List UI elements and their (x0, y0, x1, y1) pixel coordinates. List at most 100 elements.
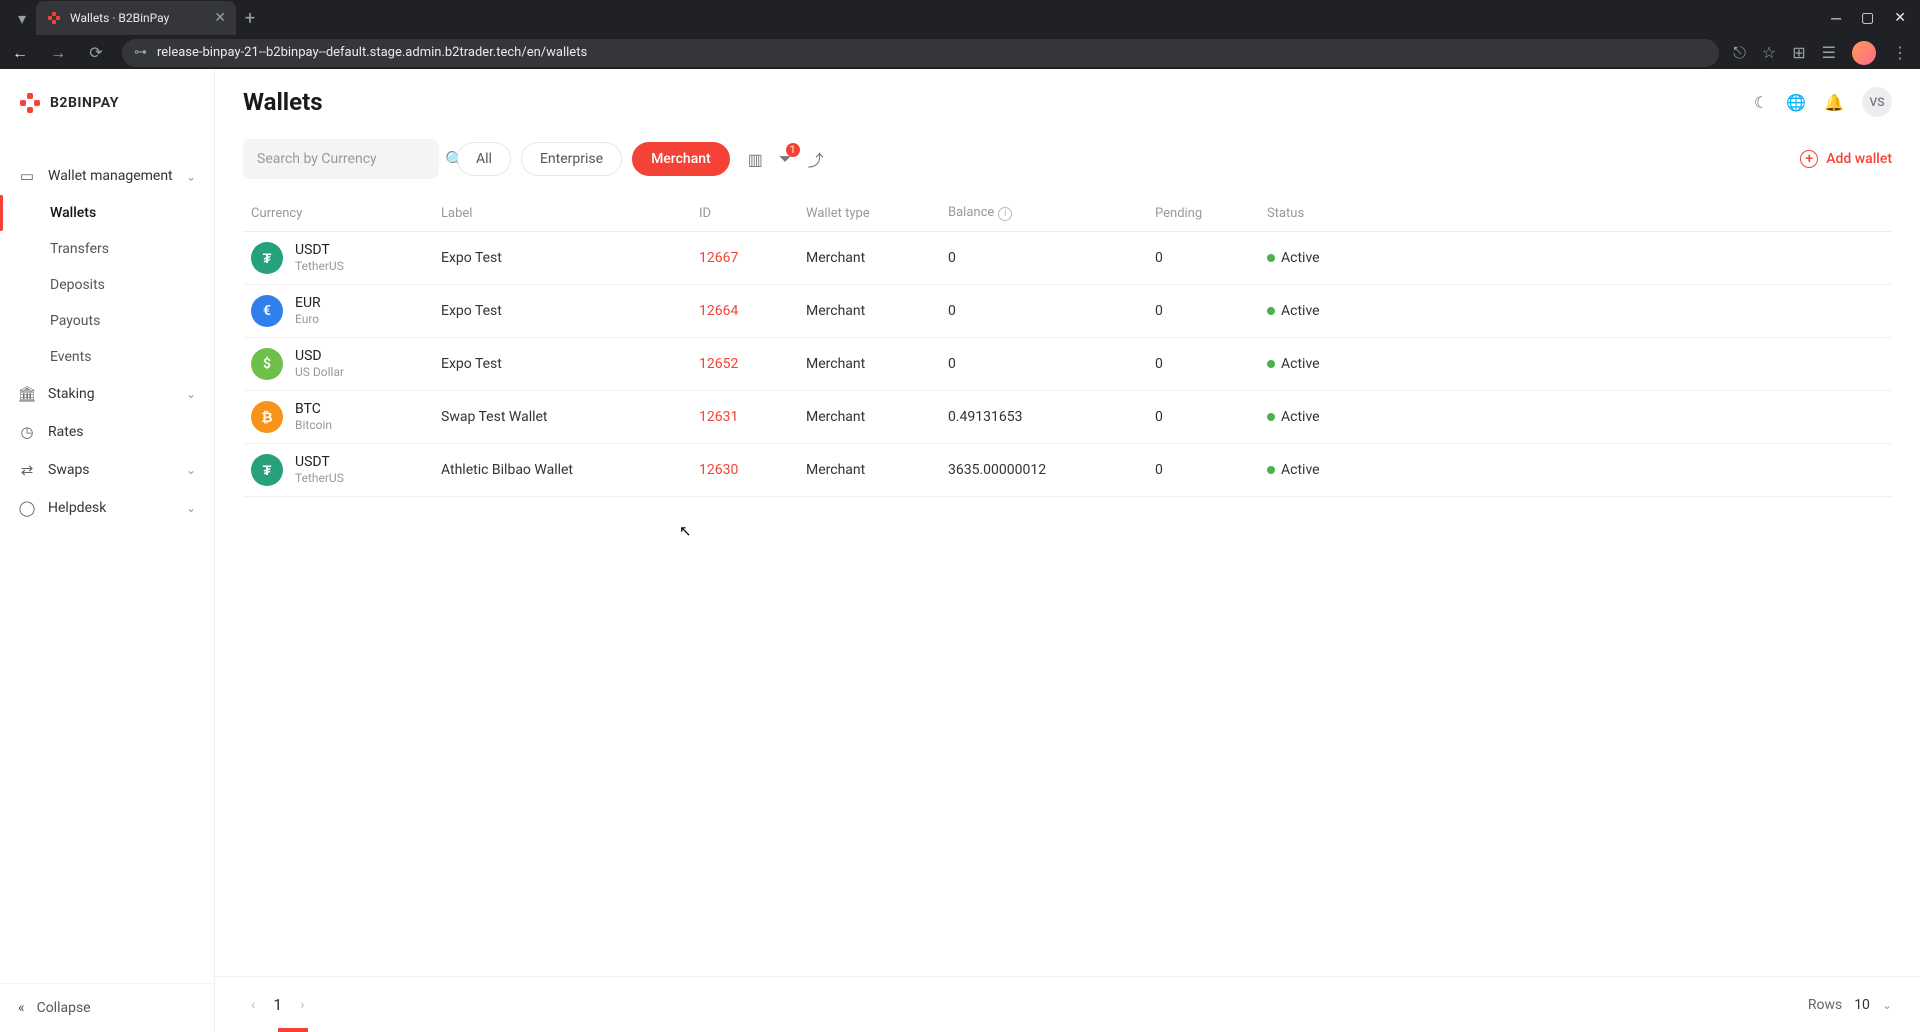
plus-circle-icon: + (1800, 150, 1818, 168)
currency-code: USD (295, 348, 344, 365)
th-status[interactable]: Status (1259, 191, 1892, 232)
wallet-type: Merchant (798, 232, 940, 285)
back-button[interactable]: ← (8, 43, 32, 63)
reload-button[interactable]: ⟳ (84, 43, 108, 62)
status-dot-icon (1267, 254, 1275, 262)
currency-code: BTC (295, 401, 332, 418)
currency-code: USDT (295, 454, 344, 471)
wallet-id-link[interactable]: 12667 (699, 250, 738, 266)
maximize-icon[interactable]: ▢ (1861, 10, 1874, 27)
add-wallet-button[interactable]: + Add wallet (1800, 150, 1892, 168)
wallets-table: Currency Label ID Wallet type Balancei P… (243, 191, 1892, 497)
search-input[interactable] (257, 151, 435, 167)
theme-toggle-icon[interactable]: ☾ (1754, 93, 1768, 112)
close-window-icon[interactable]: ✕ (1894, 10, 1906, 27)
menu-icon[interactable]: ⋮ (1892, 43, 1908, 62)
profile-avatar-icon[interactable] (1852, 41, 1876, 65)
table-row[interactable]: ₮ USDT TetherUS Athletic Bilbao Wallet 1… (243, 444, 1892, 497)
minimize-icon[interactable]: ─ (1831, 10, 1841, 27)
sidebar-item-payouts[interactable]: Payouts (0, 303, 214, 339)
table-row[interactable]: € EUR Euro Expo Test 12664 Merchant 0 0 … (243, 285, 1892, 338)
prev-page-button[interactable]: ‹ (243, 993, 263, 1017)
nav-subitems: Wallets Transfers Deposits Payouts Event… (0, 195, 214, 375)
toolbar: 🔍 All Enterprise Merchant ▥ ⏷1 ⤴ + Add w… (215, 127, 1920, 191)
notifications-icon[interactable]: 🔔 (1824, 93, 1844, 112)
sidebar-item-wallets[interactable]: Wallets (0, 195, 214, 231)
sidebar-item-deposits[interactable]: Deposits (0, 267, 214, 303)
site-info-icon[interactable]: ⊶ (134, 45, 147, 60)
filter-merchant-button[interactable]: Merchant (632, 142, 730, 176)
filter-all-button[interactable]: All (457, 142, 511, 176)
tab-close-icon[interactable]: ✕ (214, 10, 226, 26)
columns-icon[interactable]: ▥ (748, 150, 763, 169)
forward-button[interactable]: → (46, 43, 70, 63)
status-text: Active (1281, 462, 1320, 478)
language-icon[interactable]: 🌐 (1786, 93, 1806, 112)
currency-name: TetherUS (295, 471, 344, 485)
filter-enterprise-button[interactable]: Enterprise (521, 142, 622, 176)
wallet-label: Swap Test Wallet (433, 391, 691, 444)
brand-logo[interactable]: B2BINPAY (0, 69, 214, 133)
search-box[interactable]: 🔍 (243, 139, 439, 179)
rows-per-page-select[interactable]: Rows 10 ⌄ (1808, 997, 1892, 1013)
next-page-button[interactable]: › (292, 993, 312, 1017)
status-cell: Active (1267, 409, 1884, 425)
tab-bar: ▾ Wallets · B2BinPay ✕ + ─ ▢ ✕ (0, 0, 1920, 36)
th-wallet-type[interactable]: Wallet type (798, 191, 940, 232)
th-currency[interactable]: Currency (243, 191, 433, 232)
sidebar-item-transfers[interactable]: Transfers (0, 231, 214, 267)
currency-cell: € EUR Euro (251, 295, 425, 327)
address-bar: ← → ⟳ ⊶ release-binpay-21--b2binpay--def… (0, 36, 1920, 69)
tab-list-dropdown[interactable]: ▾ (8, 4, 36, 32)
url-input[interactable]: ⊶ release-binpay-21--b2binpay--default.s… (122, 39, 1719, 67)
filter-icon[interactable]: ⏷1 (779, 149, 792, 169)
translate-icon[interactable]: ⎋ (1733, 43, 1746, 63)
th-balance[interactable]: Balancei (940, 191, 1147, 232)
nav-group-rates[interactable]: ◷ Rates (0, 413, 214, 451)
th-label[interactable]: Label (433, 191, 691, 232)
nav-group-swaps[interactable]: ⇄ Swaps ⌄ (0, 451, 214, 489)
info-icon[interactable]: i (998, 207, 1012, 221)
th-pending[interactable]: Pending (1147, 191, 1259, 232)
wallet-id-link[interactable]: 12664 (699, 303, 738, 319)
wallet-label: Expo Test (433, 338, 691, 391)
user-avatar[interactable]: VS (1862, 87, 1892, 117)
nav-group-helpdesk[interactable]: ◯ Helpdesk ⌄ (0, 489, 214, 527)
wallet-balance: 0 (940, 338, 1147, 391)
wallet-pending: 0 (1147, 444, 1259, 497)
url-text: release-binpay-21--b2binpay--default.sta… (157, 45, 1707, 60)
table-row[interactable]: ₿ BTC Bitcoin Swap Test Wallet 12631 Mer… (243, 391, 1892, 444)
nav-group-wallet-management[interactable]: ▭ Wallet management ⌃ (0, 157, 214, 195)
side-nav: ▭ Wallet management ⌃ Wallets Transfers … (0, 133, 214, 527)
nav-group-staking[interactable]: 🏛 Staking ⌄ (0, 375, 214, 413)
status-dot-icon (1267, 466, 1275, 474)
browser-tab[interactable]: Wallets · B2BinPay ✕ (36, 1, 236, 35)
currency-name: TetherUS (295, 259, 344, 273)
pagination: ‹ 1 › Rows 10 ⌄ (215, 976, 1920, 1032)
filter-pills: All Enterprise Merchant (457, 142, 730, 176)
coin-icon: $ (251, 348, 283, 380)
bank-icon: 🏛 (18, 385, 36, 403)
table-row[interactable]: $ USD US Dollar Expo Test 12652 Merchant… (243, 338, 1892, 391)
wallet-pending: 0 (1147, 391, 1259, 444)
sidebar-item-events[interactable]: Events (0, 339, 214, 375)
reading-list-icon[interactable]: ☰ (1822, 43, 1836, 62)
wallet-id-link[interactable]: 12631 (699, 409, 738, 425)
wallet-id-link[interactable]: 12652 (699, 356, 738, 372)
tab-title: Wallets · B2BinPay (70, 11, 169, 25)
wallet-pending: 0 (1147, 232, 1259, 285)
bookmark-icon[interactable]: ☆ (1762, 43, 1776, 62)
currency-code: USDT (295, 242, 344, 259)
header-actions: ☾ 🌐 🔔 VS (1754, 87, 1892, 117)
coin-icon: ₮ (251, 242, 283, 274)
extensions-icon[interactable]: ⊞ (1792, 43, 1805, 62)
status-dot-icon (1267, 307, 1275, 315)
th-id[interactable]: ID (691, 191, 798, 232)
wallet-id-link[interactable]: 12630 (699, 462, 738, 478)
export-icon[interactable]: ⤴ (808, 147, 824, 171)
coin-icon: ₮ (251, 454, 283, 486)
collapse-sidebar-button[interactable]: « Collapse (0, 983, 214, 1032)
coin-icon: ₿ (251, 401, 283, 433)
table-row[interactable]: ₮ USDT TetherUS Expo Test 12667 Merchant… (243, 232, 1892, 285)
new-tab-button[interactable]: + (236, 8, 264, 29)
